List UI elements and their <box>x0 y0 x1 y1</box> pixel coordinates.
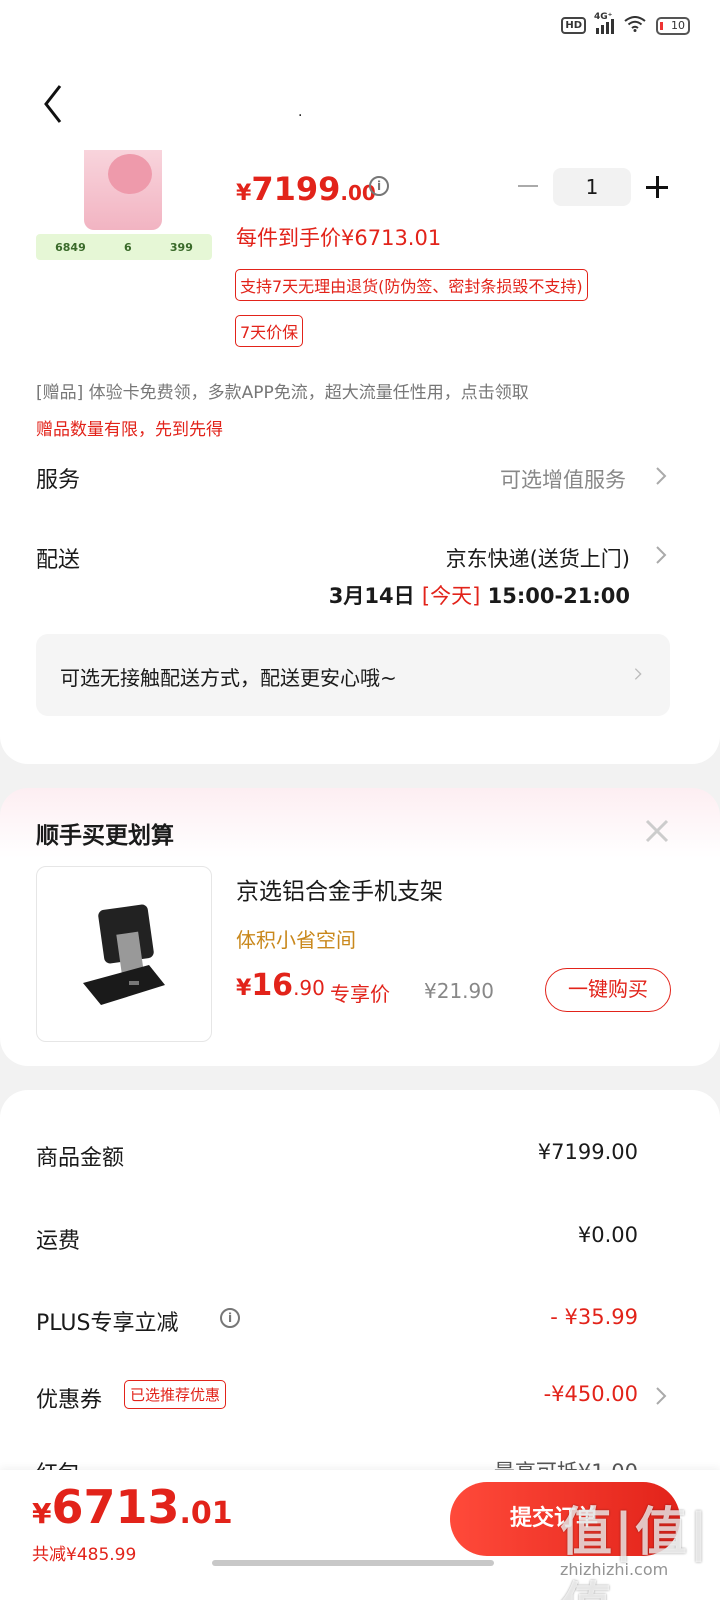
watermark-url: zhizhizhi.com <box>560 1560 669 1579</box>
quantity-input[interactable]: 1 <box>553 168 631 206</box>
goods-amount-label: 商品金额 <box>36 1146 125 1171</box>
addon-exclusive-label: 专享价 <box>330 982 390 1006</box>
gift-info[interactable]: [赠品] 体验卡免费领，多款APP免流，超大流量任性用，点击领取 <box>36 378 529 403</box>
addon-title: 顺手买更划算 <box>36 823 174 849</box>
close-icon[interactable] <box>644 818 670 844</box>
status-bar: HD 4G⁺ 10 <box>0 0 720 58</box>
service-value[interactable]: 可选增值服务 <box>500 464 626 494</box>
signal-icon: 4G⁺ <box>594 12 614 34</box>
promo-strip: 6849 6 399 <box>36 234 212 260</box>
final-unit-price: 每件到手价¥6713.01 <box>236 226 442 250</box>
no-contact-delivery-banner[interactable]: 可选无接触配送方式，配送更安心哦~ <box>36 634 670 716</box>
shipping-value: ¥0.00 <box>577 1223 638 1247</box>
quantity-minus-button[interactable] <box>518 185 538 187</box>
chevron-right-icon <box>634 666 642 682</box>
home-indicator[interactable] <box>212 1560 494 1566</box>
coupon-recommend-tag: 已选推荐优惠 <box>124 1380 227 1409</box>
one-click-buy-button[interactable]: 一键购买 <box>545 968 671 1012</box>
order-product-card: 6849 6 399 ¥7199.00 i 1 每件到手价¥6713.01 支持… <box>0 150 720 764</box>
coupon-label: 优惠券 <box>36 1388 103 1413</box>
status-icons: HD 4G⁺ 10 <box>561 12 690 35</box>
total-saved: 共减¥485.99 <box>32 1545 137 1565</box>
order-summary-card: 商品金额 ¥7199.00 运费 ¥0.00 PLUS专享立减 i - ¥35.… <box>0 1090 720 1510</box>
gift-note: 赠品数量有限，先到先得 <box>36 420 223 440</box>
chevron-right-icon[interactable] <box>655 545 667 565</box>
delivery-label: 配送 <box>36 548 81 573</box>
delivery-method[interactable]: 京东快递(送货上门) <box>446 543 630 573</box>
product-price: ¥7199.00 <box>236 170 376 208</box>
wifi-icon <box>624 16 646 35</box>
delivery-today: [今天] <box>421 584 481 608</box>
phone-stand-image <box>83 904 165 1005</box>
price-protect-tag: 7天价保 <box>235 315 304 347</box>
chevron-right-icon[interactable] <box>655 1386 667 1406</box>
page-title: . <box>298 104 303 120</box>
total-price: ¥6713.01 <box>32 1480 233 1534</box>
phone-image <box>84 150 162 230</box>
addon-card: 顺手买更划算 京选铝合金手机支架 体积小省空间 ¥16.90 专享价 ¥21.9… <box>0 788 720 1066</box>
chevron-right-icon[interactable] <box>655 466 667 486</box>
addon-product-image[interactable] <box>36 866 212 1042</box>
shipping-label: 运费 <box>36 1229 81 1254</box>
return-policy-tag: 支持7天无理由退货(防伪签、密封条损毁不支持) <box>235 269 588 301</box>
hd-icon: HD <box>561 17 586 34</box>
goods-amount-value: ¥7199.00 <box>537 1140 638 1164</box>
plus-discount-value: - ¥35.99 <box>550 1305 638 1329</box>
addon-price: ¥16.90 <box>236 968 325 1003</box>
addon-original-price: ¥21.90 <box>424 979 494 1003</box>
plus-discount-label: PLUS专享立减 <box>36 1311 179 1336</box>
delivery-time: 3月14日 [今天] 15:00-21:00 <box>329 580 630 610</box>
plus-info-icon[interactable]: i <box>220 1308 240 1328</box>
quantity-plus-button[interactable] <box>646 176 668 198</box>
no-contact-text: 可选无接触配送方式，配送更安心哦~ <box>60 666 397 690</box>
product-image[interactable]: 6849 6 399 <box>36 150 212 262</box>
delivery-window: 15:00-21:00 <box>487 584 630 608</box>
header: . <box>0 58 720 150</box>
watermark-logo: 值|值|值 <box>560 1503 710 1600</box>
checkout-bar: ¥6713.01 共减¥485.99 提交订单 值|值|值 zhizhizhi.… <box>0 1470 720 1600</box>
price-info-icon[interactable]: i <box>369 176 389 196</box>
coupon-value[interactable]: -¥450.00 <box>544 1382 638 1406</box>
back-icon[interactable] <box>40 82 70 126</box>
addon-subtitle: 体积小省空间 <box>236 928 356 952</box>
service-label: 服务 <box>36 468 81 493</box>
battery-icon: 10 <box>656 16 690 35</box>
delivery-date: 3月14日 <box>328 584 415 608</box>
addon-name[interactable]: 京选铝合金手机支架 <box>236 872 443 906</box>
